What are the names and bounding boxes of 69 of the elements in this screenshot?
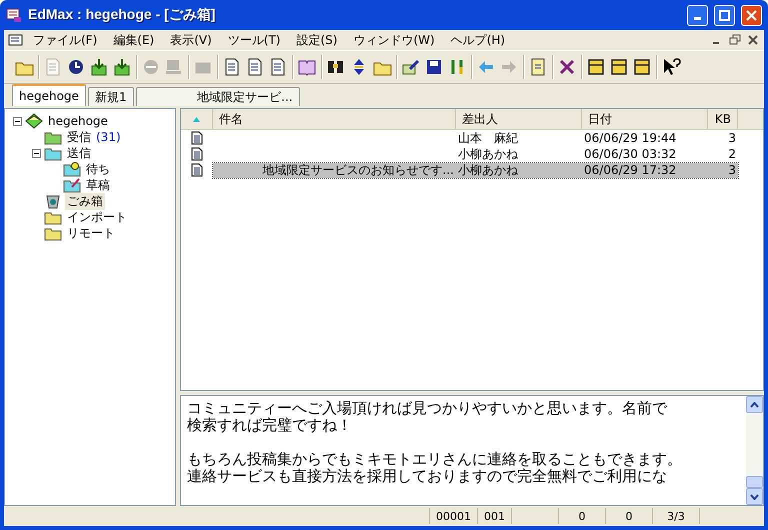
column-header[interactable]: 日付 xyxy=(582,109,708,129)
scroll-up-icon[interactable] xyxy=(750,402,759,408)
status-field: 0 xyxy=(605,508,652,524)
menu-item[interactable]: ファイル(F) xyxy=(26,30,104,50)
tab[interactable]: hegehoge xyxy=(12,84,86,106)
vertical-scrollbar[interactable] xyxy=(746,396,763,505)
subject-cell-text: 地域限定サービスのお知らせです... xyxy=(262,162,455,178)
folder-label[interactable]: hegehoge xyxy=(46,114,110,128)
row-background[interactable]: 小柳あかね 06/06/30 03:32 2 xyxy=(213,146,738,162)
status-field: 001 xyxy=(477,508,511,524)
message-text-line: もちろん投稿集からでもミキモトエリさんに連絡を取ることもできます。 xyxy=(187,451,682,468)
message-text-line: コミュニティーへご入場頂ければ見つかりやすいかと思います。名前で xyxy=(187,400,667,417)
folder-pen-icon xyxy=(63,177,81,193)
maximize-icon xyxy=(719,10,730,20)
column-header[interactable]: KB xyxy=(708,109,738,129)
date-cell-text: 06/06/30 03:32 xyxy=(583,146,678,162)
window-title: EdMax : hegehoge - [ごみ箱] xyxy=(28,6,216,24)
tab[interactable]: 地域限定サービ... xyxy=(136,87,300,106)
close-icon[interactable] xyxy=(746,34,760,46)
column-header[interactable]: 差出人 xyxy=(456,109,582,129)
status-field: 3/3 xyxy=(652,508,699,524)
folder-label[interactable]: 草稿 xyxy=(84,176,112,194)
selected-row-highlight[interactable]: 地域限定サービスのお知らせです... 小柳あかね 06/06/29 17:32 3 xyxy=(213,162,738,178)
menu-item[interactable]: 設定(S) xyxy=(290,30,344,50)
sort-ascending-icon xyxy=(193,116,200,122)
document-menu-icon[interactable] xyxy=(8,33,24,47)
minimize-button[interactable] xyxy=(687,4,708,26)
scroll-down-icon[interactable] xyxy=(750,494,759,500)
menu-item[interactable]: ウィンドウ(W) xyxy=(346,30,442,50)
menu-item[interactable]: ヘルプ(H) xyxy=(444,30,512,50)
status-field: 0 xyxy=(558,508,605,524)
sender-cell-text: 小柳あかね xyxy=(457,162,519,178)
scrollbar-thumb[interactable] xyxy=(746,476,763,488)
collapse-toggle[interactable] xyxy=(13,116,22,126)
app-icon xyxy=(6,7,22,23)
maximize-button[interactable] xyxy=(714,4,735,26)
folder-label[interactable]: 待ち xyxy=(84,160,112,178)
size-cell-text: 3 xyxy=(727,162,737,178)
size-cell-text: 3 xyxy=(727,130,737,146)
restore-icon[interactable] xyxy=(728,34,742,46)
sender-cell-text: 小柳あかね xyxy=(457,146,519,162)
folder-label[interactable]: 送信 xyxy=(65,144,93,162)
folder-label[interactable]: リモート xyxy=(65,224,117,242)
document-icon xyxy=(191,147,203,161)
menu-item[interactable]: ツール(T) xyxy=(220,30,288,50)
close-icon xyxy=(746,10,757,20)
date-cell-text: 06/06/29 17:32 xyxy=(583,162,678,178)
menu-item[interactable]: 表示(V) xyxy=(163,30,219,50)
folder-label[interactable]: 受信 xyxy=(65,128,93,146)
message-text-line: 連絡サービスも直接方法を採用しておりますので完全無料でご利用にな xyxy=(187,468,667,485)
status-field: 00001 xyxy=(429,508,477,524)
message-text-line: 検索すれば完璧ですね！ xyxy=(187,417,352,434)
sender-cell-text: 山本 麻紀 xyxy=(457,130,519,146)
row-background[interactable]: 山本 麻紀 06/06/29 19:44 3 xyxy=(213,130,738,146)
collapse-toggle[interactable] xyxy=(32,148,41,158)
folder-label[interactable]: ごみ箱 xyxy=(65,192,105,210)
trash-can-icon xyxy=(44,193,62,209)
date-cell-text: 06/06/29 19:44 xyxy=(583,130,678,146)
menu-item[interactable]: 編集(E) xyxy=(106,30,162,50)
folder-label[interactable]: インポート xyxy=(65,208,129,226)
document-icon xyxy=(191,163,203,177)
document-icon xyxy=(191,131,203,145)
close-button[interactable] xyxy=(741,4,762,26)
size-cell-text: 2 xyxy=(727,146,737,162)
minimize-icon xyxy=(694,16,701,20)
column-header[interactable]: 件名 xyxy=(213,109,456,129)
unread-count: (31) xyxy=(96,130,121,144)
tab[interactable]: 新規1 xyxy=(88,87,134,106)
folder-icon xyxy=(63,161,81,177)
